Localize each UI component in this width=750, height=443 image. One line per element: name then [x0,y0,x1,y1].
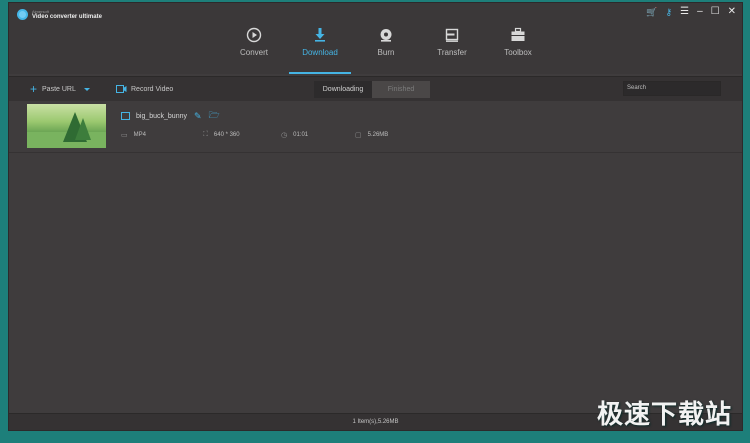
app-logo-icon [17,9,28,20]
title-bar: Aimersoft Video converter ultimate 🛒 ⚷ ☰… [9,3,742,74]
folder-icon: ▢ [355,132,362,139]
paste-url-button[interactable]: + Paste URL [30,77,90,101]
chevron-down-icon[interactable] [83,87,90,91]
download-status-toggle: Downloading Finished [314,81,430,98]
watermark-text: 极速下载站 [596,400,732,430]
video-thumbnail [27,104,106,148]
tab-downloading[interactable]: Downloading [314,81,372,98]
tab-toolbox[interactable]: Toolbox [485,3,551,74]
file-duration: 01:01 [293,132,309,138]
file-name: big_buck_bunny [136,112,187,120]
edit-icon[interactable]: ✎ [194,111,202,122]
file-name-row: big_buck_bunny ✎ 🗁 [121,108,220,124]
tab-download[interactable]: Download [287,3,353,74]
resolution-icon: ⛶ [203,131,208,138]
format-icon: ▭ [121,132,128,139]
maximize-icon[interactable]: ☐ [711,7,720,17]
record-video-label: Record Video [131,85,174,93]
tab-toolbox-label: Toolbox [504,48,532,57]
file-format: MP4 [133,132,146,138]
folder-open-icon[interactable]: 🗁 [209,108,220,124]
clock-icon: ◷ [281,132,288,139]
file-resolution: 640 * 360 [213,132,240,138]
brand-product: Video converter ultimate [32,13,102,20]
size-meta: ▢ 5.26MB [355,131,388,139]
film-icon [121,112,130,120]
duration-meta: ◷ 01:01 [281,131,308,139]
key-icon[interactable]: ⚷ [666,7,673,17]
tab-burn[interactable]: Burn [353,3,419,74]
list-item[interactable]: big_buck_bunny ✎ 🗁 ▭ MP4 ⛶ 640 * 360 ◷ 0… [9,101,742,153]
tab-transfer[interactable]: Transfer [419,3,485,74]
burn-icon [380,29,392,42]
close-icon[interactable]: ✕ [728,7,736,17]
transfer-icon [445,28,459,42]
paste-url-label: Paste URL [42,85,76,93]
record-video-button[interactable]: Record Video [116,77,173,101]
tab-burn-label: Burn [377,48,395,57]
window-controls: 🛒 ⚷ ☰ – ☐ ✕ [646,7,736,18]
minimize-icon[interactable]: – [697,7,703,17]
file-size: 5.26MB [367,132,389,138]
plus-icon: + [30,82,38,96]
main-tabs: Convert Download Burn Transfer Toolbox [221,3,551,74]
download-icon [315,28,325,42]
convert-icon [246,27,262,43]
tab-transfer-label: Transfer [437,48,467,57]
download-toolbar: + Paste URL Record Video Downloading Fin… [9,76,742,102]
tab-convert-label: Convert [239,48,268,57]
app-brand: Aimersoft Video converter ultimate [17,9,102,20]
tab-finished[interactable]: Finished [372,81,430,98]
resolution-meta: ⛶ 640 * 360 [203,131,240,139]
search-input[interactable]: Search [623,81,721,96]
tab-download-label: Download [302,48,338,57]
tab-convert[interactable]: Convert [221,3,287,74]
format-meta: ▭ MP4 [121,131,146,139]
toolbox-icon [511,27,525,41]
app-window: Aimersoft Video converter ultimate 🛒 ⚷ ☰… [9,3,742,430]
video-camera-icon [116,85,127,93]
menu-icon[interactable]: ☰ [680,7,689,17]
cart-icon[interactable]: 🛒 [646,7,657,17]
